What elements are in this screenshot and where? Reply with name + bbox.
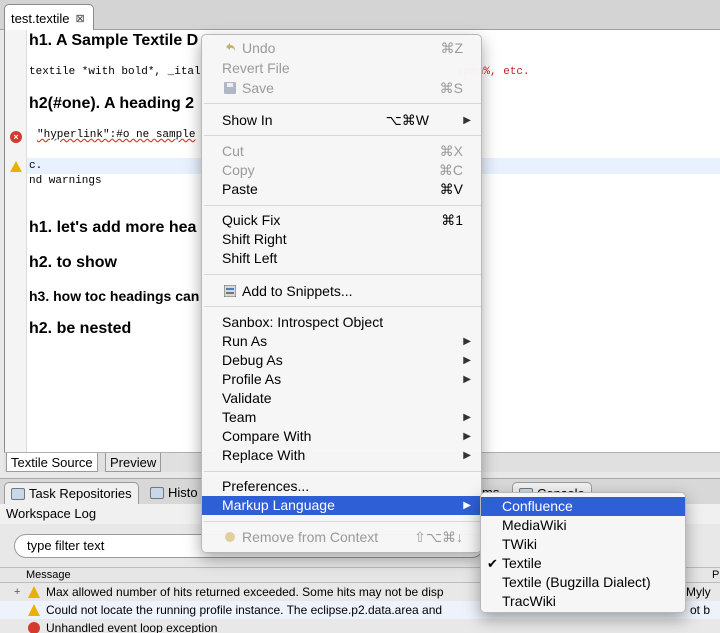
- snippets-icon: [224, 285, 236, 297]
- menu-item-copy[interactable]: Copy ⌘C: [202, 161, 481, 180]
- submenu-arrow-icon: ▶: [463, 500, 471, 511]
- column-message[interactable]: Message: [26, 569, 71, 581]
- menu-item-preferences[interactable]: Preferences...: [202, 477, 481, 496]
- editor-ruler: [5, 30, 27, 452]
- menu-separator: [204, 205, 481, 206]
- expand-icon[interactable]: +: [14, 583, 20, 601]
- history-icon: [150, 487, 164, 499]
- menu-item-show-in[interactable]: Show In ⌥⌘W ▶: [202, 111, 481, 130]
- tab-task-repositories[interactable]: Task Repositories: [4, 482, 139, 504]
- menu-item-sanbox-introspect[interactable]: Sanbox: Introspect Object: [202, 313, 481, 332]
- log-plugin: Myly: [686, 585, 711, 599]
- editor-line-4: "hyperlink":#o ne sample: [37, 129, 196, 141]
- submenu-arrow-icon: ▶: [463, 450, 471, 461]
- menu-item-shift-right[interactable]: Shift Right: [202, 230, 481, 249]
- menu-item-paste[interactable]: Paste ⌘V: [202, 180, 481, 199]
- log-message: Could not locate the running profile ins…: [46, 603, 443, 617]
- menu-separator: [204, 521, 481, 522]
- submenu-item-twiki[interactable]: TWiki: [481, 535, 685, 554]
- menu-item-validate[interactable]: Validate: [202, 389, 481, 408]
- editor-line-9: h3. how toc headings can: [29, 288, 200, 304]
- editor-line-3: h2(#one). A heading 2: [29, 95, 195, 112]
- editor-line-10: h2. be nested: [29, 320, 132, 337]
- submenu-arrow-icon: ▶: [463, 374, 471, 385]
- menu-separator: [204, 103, 481, 104]
- menu-item-cut[interactable]: Cut ⌘X: [202, 142, 481, 161]
- warning-icon: [28, 586, 40, 598]
- submenu-arrow-icon: ▶: [463, 355, 471, 366]
- context-menu: Undo ⌘Z Revert File Save ⌘S Show In ⌥⌘W …: [201, 34, 482, 553]
- warning-icon: [28, 604, 40, 616]
- save-icon: [224, 82, 236, 94]
- menu-item-shift-left[interactable]: Shift Left: [202, 249, 481, 268]
- task-repositories-icon: [11, 487, 25, 500]
- submenu-item-textile[interactable]: ✔ Textile: [481, 554, 685, 573]
- submenu-item-mediawiki[interactable]: MediaWiki: [481, 516, 685, 535]
- submenu-item-textile-bugzilla[interactable]: Textile (Bugzilla Dialect): [481, 573, 685, 592]
- undo-icon: [226, 43, 235, 51]
- menu-item-profile-as[interactable]: Profile As ▶: [202, 370, 481, 389]
- tab-task-repositories-label: Task Repositories: [29, 485, 132, 501]
- menu-item-revert-file[interactable]: Revert File: [202, 59, 481, 78]
- menu-item-undo[interactable]: Undo ⌘Z: [202, 39, 481, 58]
- menu-item-debug-as[interactable]: Debug As ▶: [202, 351, 481, 370]
- submenu-arrow-icon: ▶: [463, 115, 471, 126]
- menu-separator: [204, 306, 481, 307]
- menu-item-quick-fix[interactable]: Quick Fix ⌘1: [202, 211, 481, 230]
- editor-line-5: c.: [29, 160, 43, 172]
- menu-item-team[interactable]: Team ▶: [202, 408, 481, 427]
- editor-tab-test-textile[interactable]: test.textile ⊠: [4, 4, 94, 31]
- editor-line-2: textile *with bold*, _ital span%, etc.: [29, 66, 530, 78]
- submenu-item-confluence[interactable]: Confluence: [481, 497, 685, 516]
- submenu-item-tracwiki[interactable]: TracWiki: [481, 592, 685, 611]
- menu-separator: [204, 274, 481, 275]
- editor-line-2-text: textile *with bold*, _ital: [29, 66, 201, 78]
- remove-context-icon: [225, 532, 235, 542]
- editor-line-8: h2. to show: [29, 254, 117, 271]
- editor-line-1: h1. A Sample Textile D: [29, 32, 199, 49]
- close-icon[interactable]: ⊠: [76, 12, 85, 25]
- editor-line-6: nd warnings: [29, 175, 102, 187]
- menu-item-run-as[interactable]: Run As ▶: [202, 332, 481, 351]
- error-marker-icon[interactable]: ×: [10, 131, 22, 143]
- menu-item-remove-from-context[interactable]: Remove from Context ⇧⌥⌘↓: [202, 528, 481, 547]
- menu-item-replace-with[interactable]: Replace With ▶: [202, 446, 481, 465]
- menu-separator: [204, 135, 481, 136]
- tab-preview[interactable]: Preview: [105, 453, 162, 472]
- menu-item-markup-language[interactable]: Markup Language ▶: [202, 496, 481, 515]
- log-message: Unhandled event loop exception: [46, 621, 218, 633]
- table-row[interactable]: Unhandled event loop exception: [0, 619, 720, 633]
- tab-history-label: Histo: [168, 485, 198, 500]
- editor-tab-bar: test.textile ⊠: [0, 0, 720, 31]
- submenu-arrow-icon: ▶: [463, 431, 471, 442]
- markup-language-submenu: Confluence MediaWiki TWiki ✔ Textile Tex…: [480, 492, 686, 613]
- column-plugin[interactable]: P: [712, 569, 719, 581]
- menu-item-save[interactable]: Save ⌘S: [202, 79, 481, 98]
- editor-line-7: h1. let's add more hea: [29, 219, 197, 236]
- menu-item-compare-with[interactable]: Compare With ▶: [202, 427, 481, 446]
- log-plugin: ot b: [690, 603, 711, 617]
- editor-tab-title: test.textile: [11, 10, 70, 26]
- checkmark-icon: ✔: [487, 556, 498, 571]
- tab-history[interactable]: Histo: [144, 482, 204, 504]
- warning-marker-icon[interactable]: [10, 161, 22, 172]
- menu-separator: [204, 471, 481, 472]
- submenu-arrow-icon: ▶: [463, 336, 471, 347]
- error-icon: [28, 622, 40, 633]
- menu-item-add-to-snippets[interactable]: Add to Snippets...: [202, 282, 481, 301]
- log-message: Max allowed number of hits returned exce…: [46, 585, 444, 599]
- tab-textile-source[interactable]: Textile Source: [6, 453, 98, 472]
- submenu-arrow-icon: ▶: [463, 412, 471, 423]
